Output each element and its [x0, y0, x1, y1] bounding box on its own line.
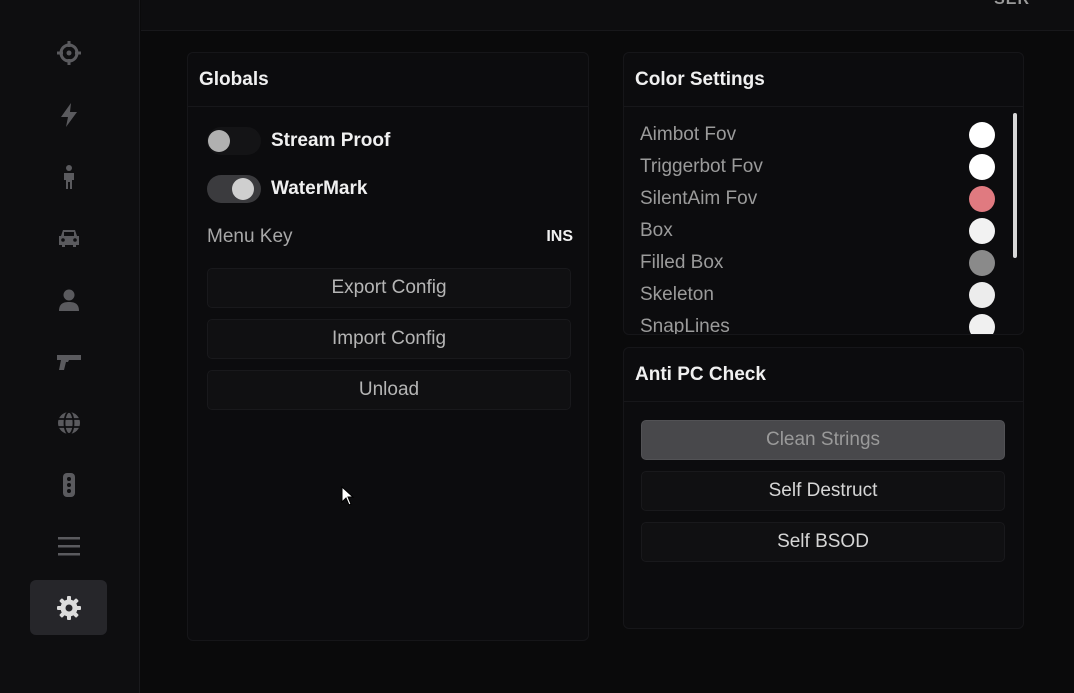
- menu-key-label: Menu Key: [207, 226, 293, 247]
- color-settings-panel: Color Settings Aimbot Fov Triggerbot Fov…: [623, 52, 1024, 335]
- color-label: SilentAim Fov: [640, 188, 758, 209]
- user-icon: [58, 289, 79, 311]
- sidebar-item-user[interactable]: [30, 272, 107, 327]
- crosshair-icon: [56, 40, 81, 65]
- sidebar-item-aimbot[interactable]: [30, 25, 107, 80]
- sidebar-item-traffic[interactable]: [30, 457, 107, 512]
- color-list: Aimbot Fov Triggerbot Fov SilentAim Fov …: [624, 119, 1014, 335]
- self-bsod-button[interactable]: Self BSOD: [641, 522, 1005, 562]
- menu-icon: [57, 536, 80, 555]
- list-item: Skeleton: [624, 279, 1014, 311]
- stream-proof-toggle[interactable]: [207, 127, 261, 155]
- stream-proof-row: Stream Proof: [207, 125, 390, 157]
- mouse-cursor-icon: [341, 486, 355, 506]
- sidebar: [0, 0, 140, 693]
- clean-strings-button[interactable]: Clean Strings: [641, 420, 1005, 460]
- gun-icon: [56, 354, 81, 370]
- color-swatch[interactable]: [969, 314, 995, 334]
- watermark-label: WaterMark: [271, 178, 368, 199]
- panel-title: Anti PC Check: [624, 348, 1023, 402]
- menu-key-bind-button[interactable]: INS: [540, 224, 579, 250]
- self-destruct-button[interactable]: Self Destruct: [641, 471, 1005, 511]
- globals-panel: Globals Stream Proof WaterMark Menu Key …: [187, 52, 589, 641]
- color-swatch[interactable]: [969, 218, 995, 244]
- sidebar-item-weapon[interactable]: [30, 333, 107, 388]
- export-config-button[interactable]: Export Config: [207, 268, 571, 308]
- sidebar-item-vehicle[interactable]: [30, 210, 107, 265]
- color-swatch[interactable]: [969, 282, 995, 308]
- gear-icon: [56, 595, 81, 620]
- panel-title: Color Settings: [624, 53, 1023, 107]
- color-label: Triggerbot Fov: [640, 156, 763, 177]
- toggle-knob: [232, 178, 254, 200]
- color-label: Skeleton: [640, 284, 714, 305]
- list-item: SilentAim Fov: [624, 183, 1014, 215]
- color-label: Aimbot Fov: [640, 124, 737, 145]
- color-swatch[interactable]: [969, 250, 995, 276]
- list-item: Box: [624, 215, 1014, 247]
- stream-proof-label: Stream Proof: [271, 130, 391, 151]
- topbar-label: SER: [994, 0, 1030, 9]
- sidebar-item-player[interactable]: [30, 149, 107, 204]
- sidebar-item-triggerbot[interactable]: [30, 87, 107, 142]
- color-label: Box: [640, 220, 673, 241]
- globe-icon: [57, 410, 80, 435]
- menu-key-row: Menu Key INS: [207, 222, 579, 252]
- color-label: SnapLines: [640, 316, 730, 335]
- sidebar-item-world[interactable]: [30, 395, 107, 450]
- traffic-light-icon: [62, 472, 75, 497]
- anti-pc-check-panel: Anti PC Check Clean Strings Self Destruc…: [623, 347, 1024, 629]
- toggle-knob: [208, 130, 230, 152]
- watermark-row: WaterMark: [207, 173, 367, 205]
- color-swatch[interactable]: [969, 154, 995, 180]
- list-item: Triggerbot Fov: [624, 151, 1014, 183]
- list-item: SnapLines: [624, 311, 1014, 335]
- panel-title: Globals: [188, 53, 588, 107]
- color-label: Filled Box: [640, 252, 724, 273]
- list-item: Filled Box: [624, 247, 1014, 279]
- sidebar-item-list[interactable]: [30, 518, 107, 573]
- color-swatch[interactable]: [969, 122, 995, 148]
- watermark-toggle[interactable]: [207, 175, 261, 203]
- import-config-button[interactable]: Import Config: [207, 319, 571, 359]
- car-icon: [58, 229, 79, 247]
- app-window: SER Globals Stream Proof WaterMark Menu …: [0, 0, 1074, 693]
- lightning-icon: [60, 102, 77, 127]
- color-swatch[interactable]: [969, 186, 995, 212]
- scrollbar[interactable]: [1013, 113, 1017, 258]
- person-standing-icon: [63, 164, 74, 189]
- top-bar: SER: [141, 0, 1074, 31]
- list-item: Aimbot Fov: [624, 119, 1014, 151]
- sidebar-item-settings[interactable]: [30, 580, 107, 635]
- unload-button[interactable]: Unload: [207, 370, 571, 410]
